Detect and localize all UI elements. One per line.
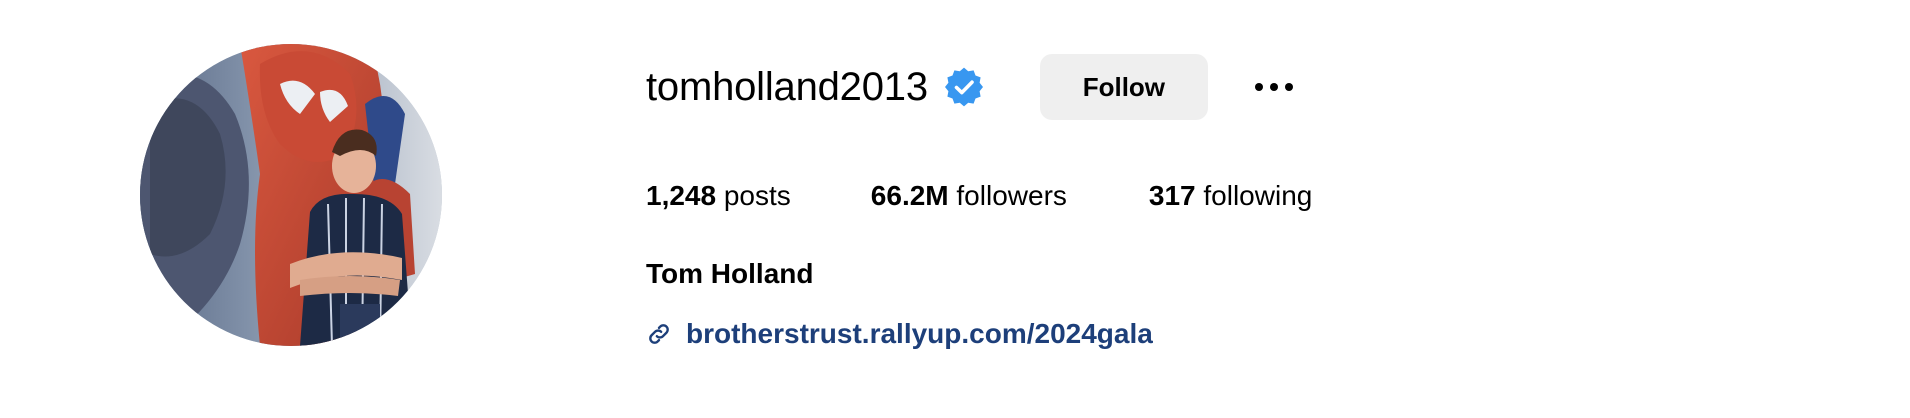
- more-options-icon[interactable]: [1244, 57, 1304, 117]
- profile-stats: 1,248 posts 66.2M followers 317 followin…: [646, 178, 1312, 214]
- posts-label: posts: [723, 180, 791, 211]
- external-link[interactable]: brotherstrust.rallyup.com/2024gala: [646, 316, 1153, 352]
- followers-label: followers: [956, 180, 1067, 211]
- posts-stat[interactable]: 1,248 posts: [646, 178, 791, 214]
- profile-header: tomholland2013 Follow: [646, 54, 1304, 120]
- more-dot: [1284, 83, 1293, 91]
- followers-count: 66.2M: [870, 180, 949, 211]
- followers-stat[interactable]: 66.2M followers: [871, 178, 1067, 214]
- more-dot: [1269, 83, 1278, 91]
- verified-badge-icon: [944, 67, 984, 107]
- username[interactable]: tomholland2013: [646, 63, 928, 111]
- link-icon: [646, 321, 672, 347]
- avatar-photo: [140, 44, 442, 346]
- posts-count: 1,248: [646, 180, 717, 211]
- profile-avatar[interactable]: [140, 44, 442, 346]
- following-label: following: [1203, 180, 1313, 211]
- profile-full-name: Tom Holland: [646, 258, 814, 289]
- following-stat[interactable]: 317 following: [1149, 178, 1312, 214]
- following-count: 317: [1148, 180, 1196, 211]
- more-dot: [1254, 83, 1263, 91]
- external-link-text: brotherstrust.rallyup.com/2024gala: [686, 318, 1153, 349]
- follow-button[interactable]: Follow: [1039, 54, 1208, 120]
